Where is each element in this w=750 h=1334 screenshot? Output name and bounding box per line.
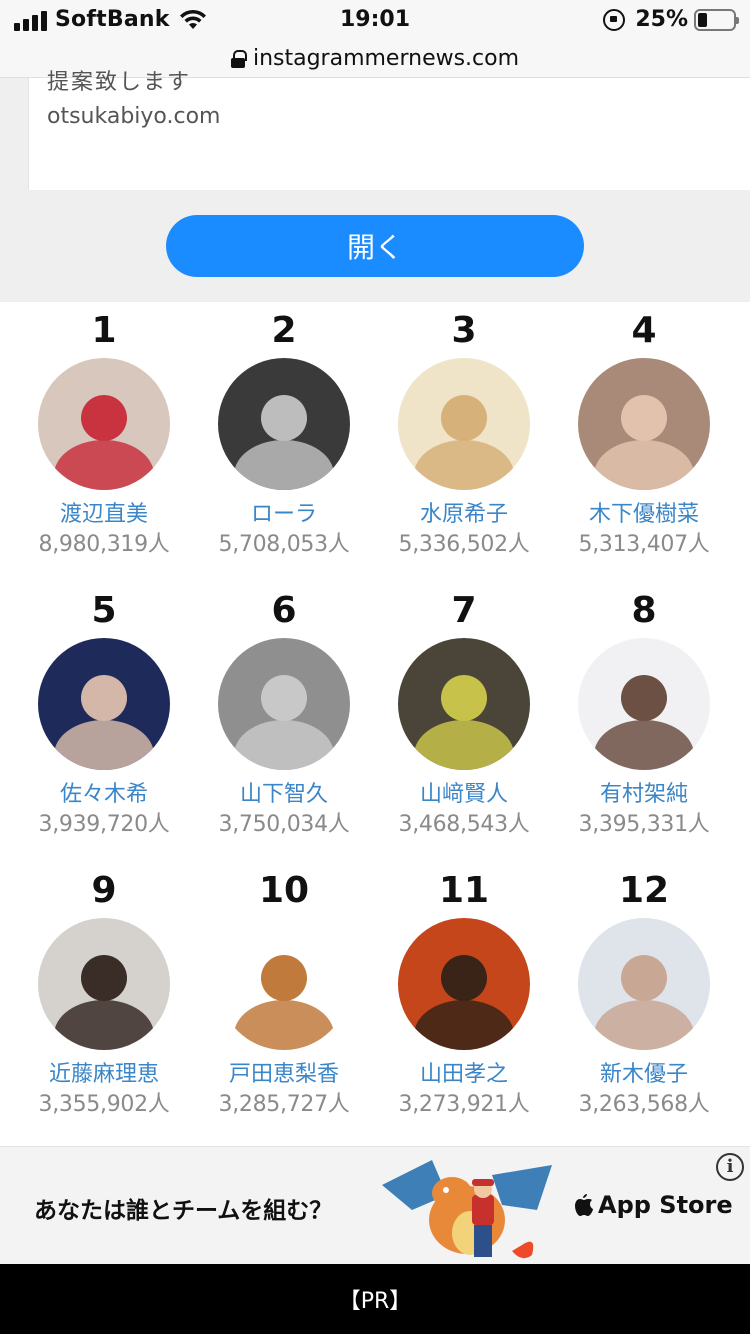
rank-number: 8 bbox=[631, 590, 657, 631]
rank-number: 2 bbox=[271, 310, 297, 351]
rank-number: 3 bbox=[451, 310, 477, 351]
avatar[interactable] bbox=[398, 638, 530, 770]
avatar[interactable] bbox=[578, 358, 710, 490]
person-name-link[interactable]: 近藤麻理恵 bbox=[14, 1060, 194, 1090]
avatar[interactable] bbox=[218, 638, 350, 770]
avatar[interactable] bbox=[38, 918, 170, 1050]
avatar[interactable] bbox=[578, 638, 710, 770]
ranking-item[interactable]: 11 山田孝之 3,273,921人 bbox=[374, 868, 554, 1148]
lock-icon bbox=[230, 49, 247, 68]
follower-count: 3,355,902人 bbox=[38, 1092, 170, 1117]
app-banner[interactable]: あなたは誰とチームを組む？ App Store i bbox=[0, 1146, 750, 1264]
person-name-link[interactable]: 水原希子 bbox=[374, 500, 554, 530]
follower-count: 5,708,053人 bbox=[218, 532, 350, 557]
avatar[interactable] bbox=[398, 918, 530, 1050]
rank-number: 7 bbox=[451, 590, 477, 631]
person-name-link[interactable]: 有村架純 bbox=[554, 780, 734, 810]
ad-cut-text: 提案致します bbox=[47, 70, 192, 95]
follower-count: 5,336,502人 bbox=[398, 532, 530, 557]
rotation-lock-icon bbox=[603, 8, 626, 31]
rank-number: 11 bbox=[438, 870, 490, 911]
info-icon[interactable]: i bbox=[716, 1153, 744, 1181]
rank-number: 4 bbox=[631, 310, 657, 351]
avatar[interactable] bbox=[578, 918, 710, 1050]
avatar[interactable] bbox=[398, 358, 530, 490]
ranking-item[interactable]: 2 ローラ 5,708,053人 bbox=[194, 308, 374, 588]
follower-count: 8,980,319人 bbox=[38, 532, 170, 557]
ad-content: 提案致します otsukabiyo.com bbox=[28, 70, 750, 190]
url-text[interactable]: instagrammernews.com bbox=[253, 46, 519, 71]
ranking-item[interactable]: 5 佐々木希 3,939,720人 bbox=[14, 588, 194, 868]
ranking-item[interactable]: 10 戸田恵梨香 3,285,727人 bbox=[194, 868, 374, 1148]
ranking-item[interactable]: 6 山下智久 3,750,034人 bbox=[194, 588, 374, 868]
person-name-link[interactable]: 山田孝之 bbox=[374, 1060, 554, 1090]
avatar[interactable] bbox=[38, 638, 170, 770]
status-bar: SoftBank 19:01 25% bbox=[0, 0, 750, 40]
ranking-item[interactable]: 9 近藤麻理恵 3,355,902人 bbox=[14, 868, 194, 1148]
person-name-link[interactable]: ローラ bbox=[194, 500, 374, 530]
app-store-badge[interactable]: App Store bbox=[574, 1191, 733, 1219]
ranking-grid: 1 渡辺直美 8,980,319人 2 ローラ 5,708,053人 3 水原希子 5,336,… bbox=[14, 308, 734, 1148]
ranking-item[interactable]: 7 山﨑賢人 3,468,543人 bbox=[374, 588, 554, 868]
follower-count: 3,750,034人 bbox=[218, 812, 350, 837]
avatar[interactable] bbox=[38, 358, 170, 490]
avatar[interactable] bbox=[218, 918, 350, 1050]
rank-number: 10 bbox=[258, 870, 310, 911]
battery-percent: 25% bbox=[635, 7, 688, 32]
ranking-item[interactable]: 1 渡辺直美 8,980,319人 bbox=[14, 308, 194, 588]
banner-text[interactable]: あなたは誰とチームを組む？ bbox=[34, 1191, 332, 1225]
person-name-link[interactable]: 渡辺直美 bbox=[14, 500, 194, 530]
person-name-link[interactable]: 戸田恵梨香 bbox=[194, 1060, 374, 1090]
person-name-link[interactable]: 山下智久 bbox=[194, 780, 374, 810]
person-name-link[interactable]: 木下優樹菜 bbox=[554, 500, 734, 530]
follower-count: 3,468,543人 bbox=[398, 812, 530, 837]
ranking-item[interactable]: 12 新木優子 3,263,568人 bbox=[554, 868, 734, 1148]
dragon-illustration bbox=[382, 1160, 552, 1259]
person-name-link[interactable]: 佐々木希 bbox=[14, 780, 194, 810]
follower-count: 5,313,407人 bbox=[578, 532, 710, 557]
follower-count: 3,285,727人 bbox=[218, 1092, 350, 1117]
app-store-label: App Store bbox=[598, 1191, 733, 1219]
pr-footer: 【PR】 bbox=[0, 1264, 750, 1334]
pr-label: 【PR】 bbox=[338, 1289, 412, 1314]
open-button[interactable]: 開く bbox=[166, 215, 584, 277]
avatar[interactable] bbox=[218, 358, 350, 490]
follower-count: 3,263,568人 bbox=[578, 1092, 710, 1117]
person-name-link[interactable]: 新木優子 bbox=[554, 1060, 734, 1090]
follower-count: 3,273,921人 bbox=[398, 1092, 530, 1117]
apple-icon bbox=[575, 1194, 593, 1216]
person-name-link[interactable]: 山﨑賢人 bbox=[374, 780, 554, 810]
ad-domain[interactable]: otsukabiyo.com bbox=[47, 104, 220, 129]
follower-count: 3,939,720人 bbox=[38, 812, 170, 837]
ranking-item[interactable]: 3 水原希子 5,336,502人 bbox=[374, 308, 554, 588]
rank-number: 9 bbox=[91, 870, 117, 911]
rank-number: 5 bbox=[91, 590, 117, 631]
battery-icon bbox=[694, 8, 739, 31]
rank-number: 6 bbox=[271, 590, 297, 631]
rank-number: 1 bbox=[91, 310, 117, 351]
ad-card: 提案致します otsukabiyo.com 開く bbox=[0, 70, 750, 302]
status-right: 25% bbox=[603, 7, 739, 32]
follower-count: 3,395,331人 bbox=[578, 812, 710, 837]
ranking-item[interactable]: 8 有村架純 3,395,331人 bbox=[554, 588, 734, 868]
rank-number: 12 bbox=[618, 870, 670, 911]
ranking-item[interactable]: 4 木下優樹菜 5,313,407人 bbox=[554, 308, 734, 588]
